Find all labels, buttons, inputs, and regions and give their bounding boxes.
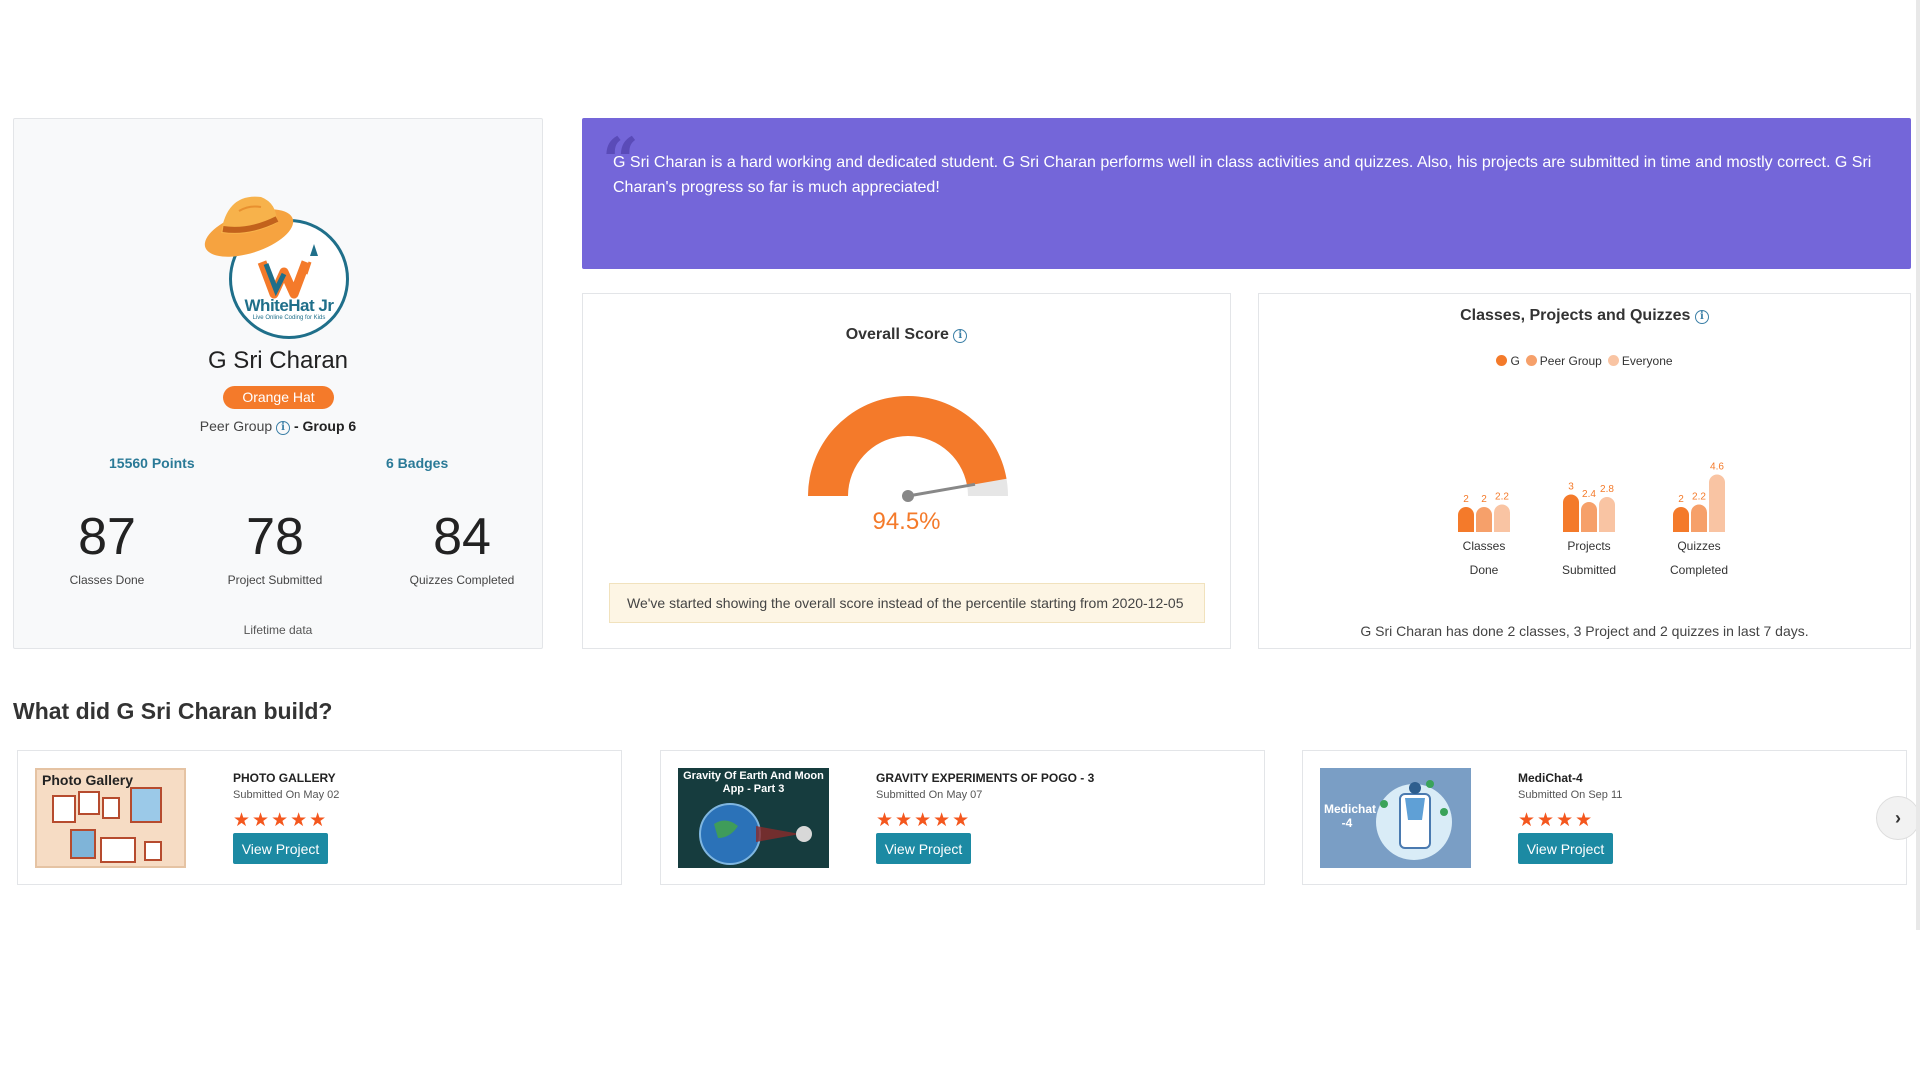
- score-title-text: Overall Score: [845, 326, 949, 343]
- project-date: Submitted On May 02: [233, 789, 340, 801]
- view-project-button[interactable]: View Project: [233, 833, 328, 864]
- score-notice: We've started showing the overall score …: [609, 583, 1205, 623]
- data-label: 4.6: [1710, 462, 1724, 473]
- project-date: Submitted On Sep 11: [1518, 789, 1623, 801]
- thumbnail-caption: Medichat -4: [1324, 802, 1377, 830]
- bar[interactable]: [1563, 494, 1579, 533]
- info-icon[interactable]: i: [953, 329, 968, 343]
- category-label: Classes: [1463, 539, 1506, 553]
- stat-quizzes: 84 Quizzes Completed: [387, 507, 537, 587]
- project-thumbnail[interactable]: Photo Gallery: [35, 768, 186, 868]
- category-label: Quizzes: [1677, 539, 1720, 553]
- weekly-summary: G Sri Charan has done 2 classes, 3 Proje…: [1360, 623, 1809, 639]
- bar[interactable]: [1476, 507, 1492, 532]
- bar[interactable]: [1599, 497, 1615, 532]
- thumbnail-caption: Gravity Of Earth And Moon App - Part 3: [683, 770, 824, 795]
- peer-group: Peer Group i - Group 6: [14, 418, 542, 435]
- stat-label: Classes Done: [69, 573, 145, 587]
- stat-classes: 87 Classes Done: [32, 507, 182, 587]
- lifetime-note: Lifetime data: [243, 623, 313, 637]
- stat-value: 87: [78, 508, 136, 566]
- score-gauge: [808, 396, 1008, 502]
- project-title: PHOTO GALLERY: [233, 771, 336, 785]
- peer-group-label: Peer Group: [199, 418, 273, 434]
- info-icon[interactable]: i: [276, 421, 291, 435]
- stat-value: 84: [433, 508, 491, 566]
- bar[interactable]: [1673, 507, 1689, 532]
- category-label: Completed: [1670, 563, 1728, 577]
- data-label: 2.8: [1600, 484, 1614, 495]
- data-label: 2: [1481, 494, 1487, 505]
- brand-name: WhiteHat Jr: [244, 296, 334, 315]
- project-thumbnail[interactable]: Gravity Of Earth And Moon App - Part 3: [678, 768, 829, 868]
- peer-group-value: - Group 6: [293, 418, 357, 434]
- bar[interactable]: [1494, 504, 1510, 533]
- category-label: Submitted: [1562, 563, 1616, 577]
- gauge-needle: [907, 482, 976, 498]
- bar[interactable]: [1691, 504, 1707, 533]
- stat-label: Project Submitted: [227, 573, 323, 587]
- data-label: 2.2: [1495, 492, 1509, 503]
- view-project-button[interactable]: View Project: [876, 833, 971, 864]
- view-project-button[interactable]: View Project: [1518, 833, 1613, 864]
- hat-level-badge: Orange Hat: [223, 386, 334, 409]
- section-heading: What did G Sri Charan build?: [13, 698, 333, 724]
- project-title: GRAVITY EXPERIMENTS OF POGO - 3: [876, 771, 1095, 785]
- profile-card: WhiteHat Jr Live Online Coding for Kids …: [13, 118, 543, 649]
- feedback-text: G Sri Charan is a hard working and dedic…: [613, 154, 1872, 196]
- data-label: 2: [1678, 494, 1684, 505]
- category-label: Done: [1470, 563, 1499, 577]
- stat-value: 78: [246, 508, 304, 566]
- chevron-right-icon[interactable]: ›: [1876, 796, 1920, 840]
- gauge-fill: [808, 396, 1007, 496]
- project-title: MediChat-4: [1518, 771, 1583, 785]
- brand-tagline: Live Online Coding for Kids: [252, 315, 326, 321]
- data-label: 2.2: [1692, 492, 1706, 503]
- stat-projects: 78 Project Submitted: [200, 507, 350, 587]
- teacher-feedback-banner: “ G Sri Charan is a hard working and ded…: [582, 118, 1911, 269]
- data-label: 3: [1568, 482, 1574, 493]
- scrollbar[interactable]: [1916, 0, 1920, 930]
- bar[interactable]: [1458, 507, 1474, 532]
- bar-chart: 2 2 2.2 Classes Done 3 2.4 2.8 Projects Submitted…: [1458, 462, 1728, 577]
- project-card: Photo Gallery PHOTO GALLERY Submitted On…: [17, 750, 622, 885]
- project-thumbnail[interactable]: Medichat -4: [1320, 768, 1471, 868]
- project-card: Medichat -4 MediChat-4 Submitted On Sep …: [1302, 750, 1907, 885]
- activity-chart-card: Classes, Projects and Quizzes i G Peer Gr…: [1258, 293, 1911, 649]
- badges-link[interactable]: 6 Badges: [386, 455, 448, 471]
- points-link[interactable]: 15560 Points: [109, 455, 195, 471]
- star-rating: ★★★★: [1518, 810, 1595, 831]
- data-label: 2.4: [1582, 489, 1596, 500]
- overall-score-card: Overall Score i 94.5% We've started show…: [582, 293, 1231, 649]
- avatar: WhiteHat Jr Live Online Coding for Kids: [199, 181, 349, 339]
- bar[interactable]: [1581, 502, 1597, 532]
- category-label: Projects: [1567, 539, 1610, 553]
- student-name: G Sri Charan: [207, 347, 349, 374]
- gauge-pivot: [902, 490, 914, 502]
- bar[interactable]: [1709, 474, 1725, 533]
- data-label: 2: [1463, 494, 1469, 505]
- score-value: 94.5%: [872, 508, 941, 535]
- score-title: Overall Score i: [583, 326, 1230, 344]
- project-date: Submitted On May 07: [876, 789, 983, 801]
- star-rating: ★★★★★: [233, 810, 329, 831]
- orange-hat-icon: [204, 196, 294, 257]
- star-rating: ★★★★★: [876, 810, 972, 831]
- stat-label: Quizzes Completed: [409, 573, 515, 587]
- thumbnail-caption: Photo Gallery: [42, 772, 134, 788]
- project-card: Gravity Of Earth And Moon App - Part 3 G…: [660, 750, 1265, 885]
